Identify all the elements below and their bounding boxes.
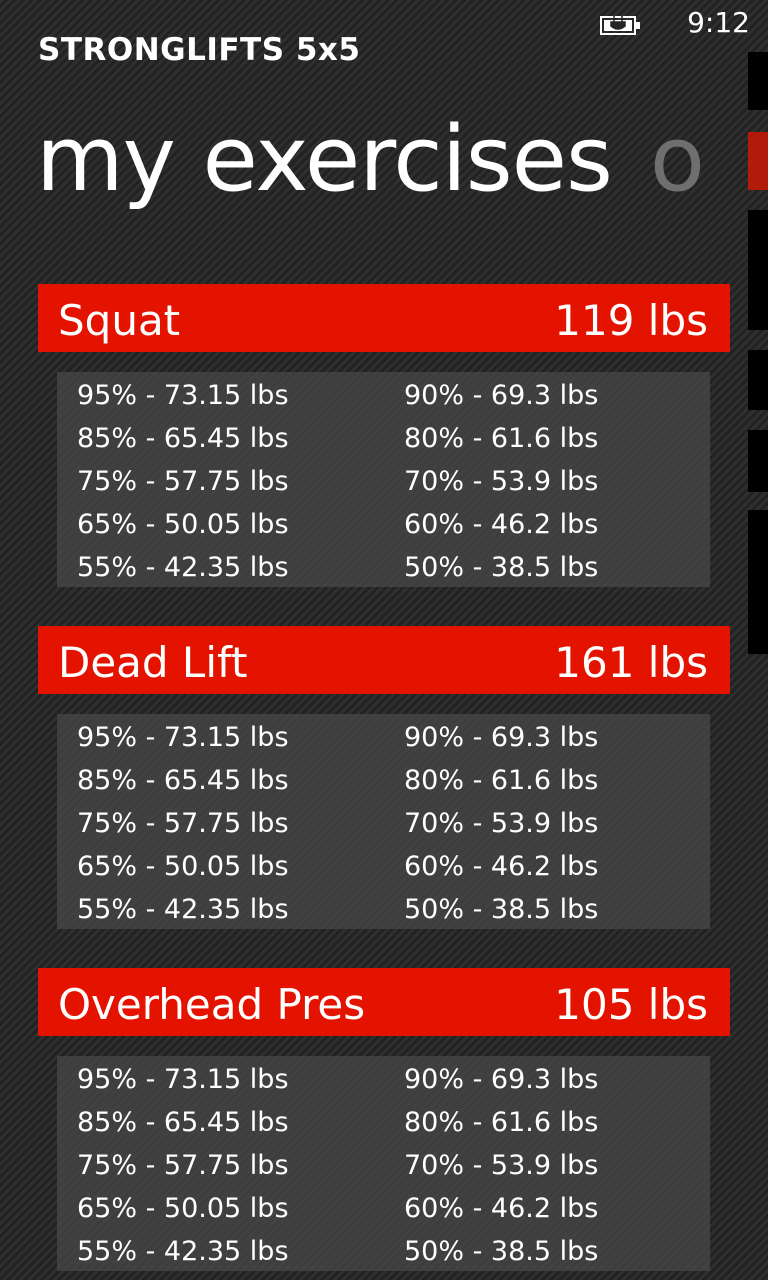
percentage-cell: 85% - 65.45 lbs (77, 765, 289, 796)
exercise-name: Overhead Press (58, 980, 366, 1029)
percentage-cell: 75% - 57.75 lbs (77, 1150, 289, 1181)
exercise-weight: 161 lbs (554, 638, 708, 687)
pivot-title-next[interactable]: o (650, 100, 705, 220)
exercise-card-squat[interactable]: Squat 119 lbs 95% - 73.15 lbs 90% - 69.3… (38, 284, 730, 587)
percentage-cell: 80% - 61.6 lbs (404, 1107, 599, 1138)
percentage-cell: 60% - 46.2 lbs (404, 509, 599, 540)
exercise-header[interactable]: Overhead Press 105 lbs (38, 968, 730, 1036)
percentage-table: 95% - 73.15 lbs 90% - 69.3 lbs 85% - 65.… (57, 372, 710, 587)
percentage-table: 95% - 73.15 lbs 90% - 69.3 lbs 85% - 65.… (57, 714, 710, 929)
pivot-header: my exercises o (36, 100, 768, 220)
percentage-cell: 50% - 38.5 lbs (404, 552, 599, 583)
percentage-cell: 95% - 73.15 lbs (77, 722, 289, 753)
percentage-cell: 60% - 46.2 lbs (404, 1193, 599, 1224)
exercise-card-dead-lift[interactable]: Dead Lift 161 lbs 95% - 73.15 lbs 90% - … (38, 626, 730, 929)
percentage-cell: 55% - 42.35 lbs (77, 552, 289, 583)
percentage-cell: 65% - 50.05 lbs (77, 851, 289, 882)
exercise-weight: 119 lbs (554, 296, 708, 345)
percentage-cell: 90% - 69.3 lbs (404, 1064, 599, 1095)
exercise-name: Dead Lift (58, 638, 248, 687)
percentage-cell: 65% - 50.05 lbs (77, 1193, 289, 1224)
percentage-cell: 50% - 38.5 lbs (404, 894, 599, 925)
percentage-cell: 95% - 73.15 lbs (77, 1064, 289, 1095)
percentage-cell: 50% - 38.5 lbs (404, 1236, 599, 1267)
exercise-header[interactable]: Squat 119 lbs (38, 284, 730, 352)
percentage-cell: 55% - 42.35 lbs (77, 894, 289, 925)
percentage-cell: 95% - 73.15 lbs (77, 380, 289, 411)
percentage-cell: 80% - 61.6 lbs (404, 423, 599, 454)
percentage-cell: 90% - 69.3 lbs (404, 380, 599, 411)
percentage-table: 95% - 73.15 lbs 90% - 69.3 lbs 85% - 65.… (57, 1056, 710, 1271)
exercise-weight: 105 lbs (554, 980, 708, 1029)
percentage-cell: 60% - 46.2 lbs (404, 851, 599, 882)
exercise-header[interactable]: Dead Lift 161 lbs (38, 626, 730, 694)
battery-charging-icon (600, 16, 640, 35)
exercise-name: Squat (58, 296, 181, 345)
percentage-cell: 80% - 61.6 lbs (404, 765, 599, 796)
exercise-card-overhead-press[interactable]: Overhead Press 105 lbs 95% - 73.15 lbs 9… (38, 968, 730, 1271)
percentage-cell: 55% - 42.35 lbs (77, 1236, 289, 1267)
percentage-cell: 75% - 57.75 lbs (77, 466, 289, 497)
percentage-cell: 70% - 53.9 lbs (404, 1150, 599, 1181)
clock: 9:12 (687, 6, 750, 39)
pivot-title-current[interactable]: my exercises (36, 100, 613, 220)
percentage-cell: 75% - 57.75 lbs (77, 808, 289, 839)
percentage-cell: 70% - 53.9 lbs (404, 466, 599, 497)
percentage-cell: 90% - 69.3 lbs (404, 722, 599, 753)
percentage-cell: 65% - 50.05 lbs (77, 509, 289, 540)
side-scroll-strip (748, 50, 768, 654)
app-title: STRONGLIFTS 5x5 (38, 32, 361, 68)
percentage-cell: 85% - 65.45 lbs (77, 1107, 289, 1138)
percentage-cell: 85% - 65.45 lbs (77, 423, 289, 454)
percentage-cell: 70% - 53.9 lbs (404, 808, 599, 839)
